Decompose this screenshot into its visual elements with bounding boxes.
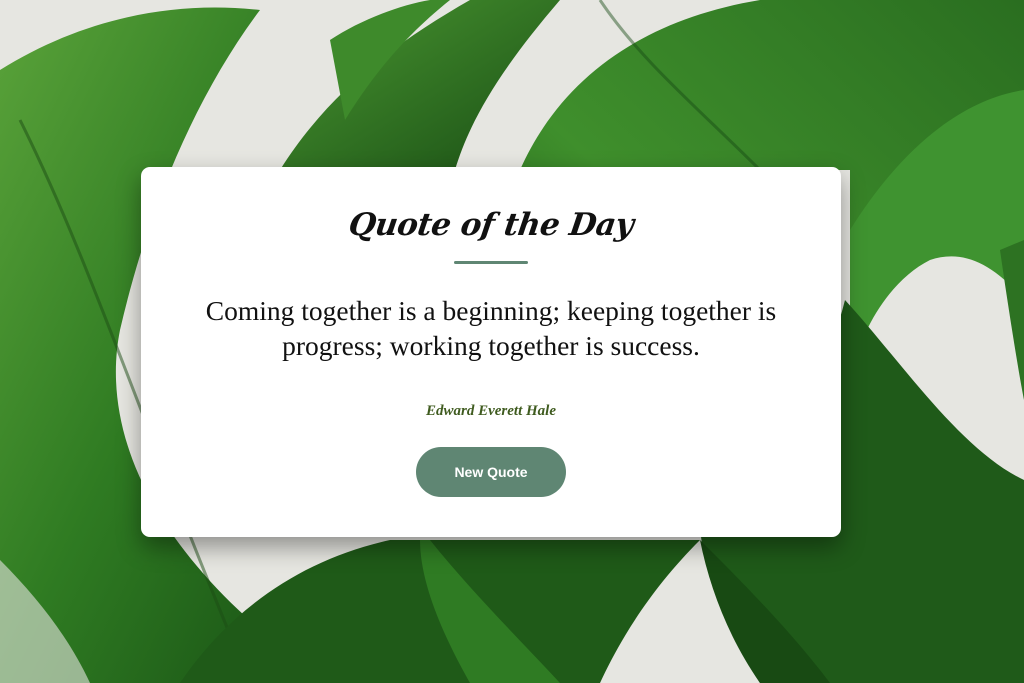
title-underline xyxy=(454,261,528,264)
quote-card: Quote of the Day Coming together is a be… xyxy=(141,167,841,537)
quote-text: Coming together is a beginning; keeping … xyxy=(205,295,777,361)
card-title: Quote of the Day xyxy=(346,207,636,243)
new-quote-button[interactable]: New Quote xyxy=(416,447,566,497)
quote-author: Edward Everett Hale xyxy=(426,403,556,419)
